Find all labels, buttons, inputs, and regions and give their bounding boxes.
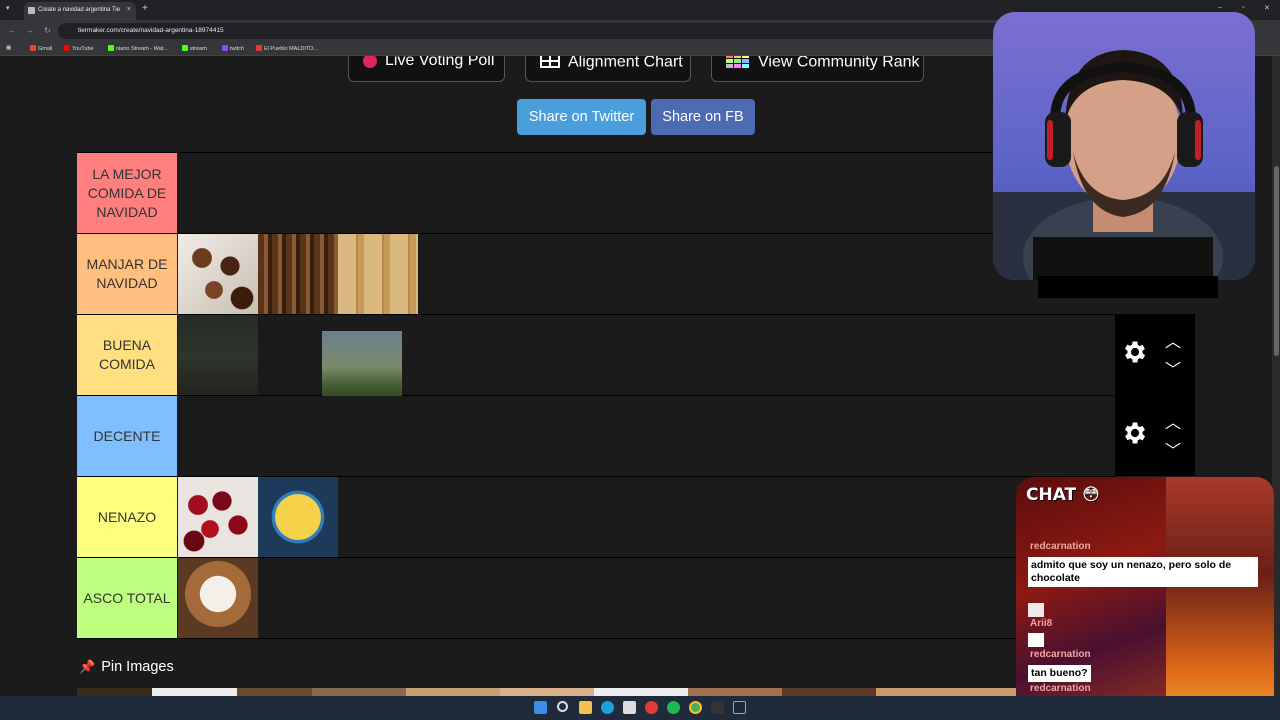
bookmark-gmail[interactable]: Gmail bbox=[30, 45, 52, 52]
new-tab-button[interactable]: + bbox=[142, 3, 148, 14]
chat-username: Arii8 bbox=[1030, 618, 1053, 629]
chat-message: admito que soy un nenazo, pero solo de c… bbox=[1028, 557, 1258, 587]
move-up-icon[interactable]: ︿ bbox=[1165, 409, 1181, 433]
move-up-icon[interactable]: ︿ bbox=[1165, 328, 1181, 352]
chat-username: redcarnation bbox=[1030, 541, 1091, 552]
maximize-icon[interactable]: ▫ bbox=[1242, 4, 1244, 11]
tier-label[interactable]: NENAZO bbox=[77, 477, 177, 557]
tier-label[interactable]: BUENA COMIDA bbox=[77, 315, 177, 395]
bookmark-el-pueblo[interactable]: El Pueblo MALDITO... bbox=[256, 45, 318, 52]
move-down-icon[interactable]: ﹀ bbox=[1165, 437, 1181, 461]
gear-icon[interactable] bbox=[1121, 338, 1149, 371]
tier-list: LA MEJOR COMIDA DE NAVIDAD MANJAR DE NAV… bbox=[77, 152, 1115, 639]
windows-taskbar bbox=[0, 696, 1280, 720]
tier-grid-icon bbox=[726, 56, 750, 71]
bookmark-twitch[interactable]: twitch bbox=[222, 45, 244, 52]
chat-title: CHAT 😳 bbox=[1026, 485, 1100, 505]
tab-search-icon[interactable]: ▾ bbox=[6, 4, 10, 12]
food-image-budin[interactable] bbox=[338, 234, 418, 314]
tab-close-icon[interactable]: × bbox=[127, 6, 131, 13]
reload-icon[interactable]: ↻ bbox=[44, 26, 51, 35]
browser-tab[interactable]: Create a navidad argentina Tie × bbox=[24, 2, 136, 20]
stream-chat-overlay: CHAT 😳 redcarnation admito que soy un ne… bbox=[1016, 477, 1274, 720]
food-image-pan-dulce[interactable] bbox=[178, 558, 258, 638]
tier-label[interactable]: ASCO TOTAL bbox=[77, 558, 177, 638]
move-down-icon[interactable]: ﹀ bbox=[1165, 356, 1181, 380]
tier-controls: ︿ ﹀ bbox=[1115, 395, 1195, 476]
app-icon[interactable] bbox=[645, 701, 658, 714]
chat-message: tan bueno? bbox=[1028, 665, 1091, 682]
share-facebook-button[interactable]: Share on FB bbox=[651, 99, 755, 135]
back-icon[interactable]: ← bbox=[8, 26, 16, 35]
flushed-face-icon: 😳 bbox=[1082, 485, 1100, 505]
tier-controls: ︿ ﹀ bbox=[1115, 314, 1195, 395]
chat-username: redcarnation bbox=[1030, 683, 1091, 694]
tier-label[interactable]: DECENTE bbox=[77, 396, 177, 476]
url-text: tiermaker.com/create/navidad-argentina-1… bbox=[78, 27, 224, 34]
food-image-palitos[interactable] bbox=[258, 477, 338, 557]
apps-icon[interactable]: ▦ bbox=[6, 45, 11, 51]
webcam-bar bbox=[1038, 276, 1218, 298]
tier-label[interactable]: LA MEJOR COMIDA DE NAVIDAD bbox=[77, 153, 177, 233]
streamer-silhouette bbox=[993, 50, 1255, 280]
grid-icon bbox=[540, 56, 560, 71]
tiermaker-favicon-icon bbox=[28, 7, 35, 14]
chat-emote-icon bbox=[1028, 603, 1044, 617]
chat-emote-icon bbox=[1028, 633, 1044, 647]
windows-start-icon[interactable] bbox=[534, 701, 547, 714]
alignment-chart-button[interactable]: Alignment Chart bbox=[525, 56, 691, 82]
pin-images-toggle[interactable]: 📌 Pin Images bbox=[79, 659, 174, 675]
file-explorer-icon[interactable] bbox=[579, 701, 592, 714]
view-community-rank-button[interactable]: View Community Rank bbox=[711, 56, 924, 82]
tier-row: ASCO TOTAL bbox=[77, 558, 1115, 639]
live-voting-button[interactable]: Live Voting Poll bbox=[348, 56, 505, 82]
close-window-icon[interactable]: ✕ bbox=[1264, 4, 1270, 12]
tab-title: Create a navidad argentina Tie bbox=[38, 7, 121, 13]
food-image-cherries[interactable] bbox=[178, 477, 258, 557]
obs-icon[interactable] bbox=[711, 701, 724, 714]
tier-row: BUENA COMIDA bbox=[77, 315, 1115, 411]
tier-row: LA MEJOR COMIDA DE NAVIDAD bbox=[77, 153, 1115, 234]
bookmark-stream[interactable]: niano Stream - Wat... bbox=[108, 45, 168, 52]
bookmark-stream2[interactable]: stream bbox=[182, 45, 207, 52]
steam-icon[interactable] bbox=[733, 701, 746, 714]
store-icon[interactable] bbox=[623, 701, 636, 714]
forward-icon[interactable]: → bbox=[26, 26, 34, 35]
gear-icon[interactable] bbox=[1121, 419, 1149, 452]
chrome-icon[interactable] bbox=[689, 701, 702, 714]
scrollbar-thumb[interactable] bbox=[1274, 166, 1279, 356]
food-image-asado-placeholder[interactable] bbox=[178, 315, 258, 395]
food-image-almonds[interactable] bbox=[178, 234, 258, 314]
tier-row: MANJAR DE NAVIDAD bbox=[77, 234, 1115, 315]
pushpin-icon: 📌 bbox=[79, 659, 96, 674]
search-icon[interactable] bbox=[557, 701, 568, 712]
bookmark-youtube[interactable]: YouTube bbox=[64, 45, 94, 52]
tier-row: DECENTE bbox=[77, 396, 1115, 477]
spotify-icon[interactable] bbox=[667, 701, 680, 714]
tier-row: NENAZO bbox=[77, 477, 1115, 558]
tier-label[interactable]: MANJAR DE NAVIDAD bbox=[77, 234, 177, 314]
chat-username: redcarnation bbox=[1030, 649, 1091, 660]
share-twitter-button[interactable]: Share on Twitter bbox=[517, 99, 646, 135]
minimize-icon[interactable]: – bbox=[1218, 4, 1222, 11]
edge-icon[interactable] bbox=[601, 701, 614, 714]
food-image-ribs[interactable] bbox=[258, 234, 338, 314]
streamer-webcam bbox=[993, 12, 1255, 280]
record-dot-icon bbox=[363, 56, 377, 68]
chat-background-art bbox=[1166, 477, 1274, 720]
unranked-images-strip[interactable] bbox=[77, 688, 1017, 696]
